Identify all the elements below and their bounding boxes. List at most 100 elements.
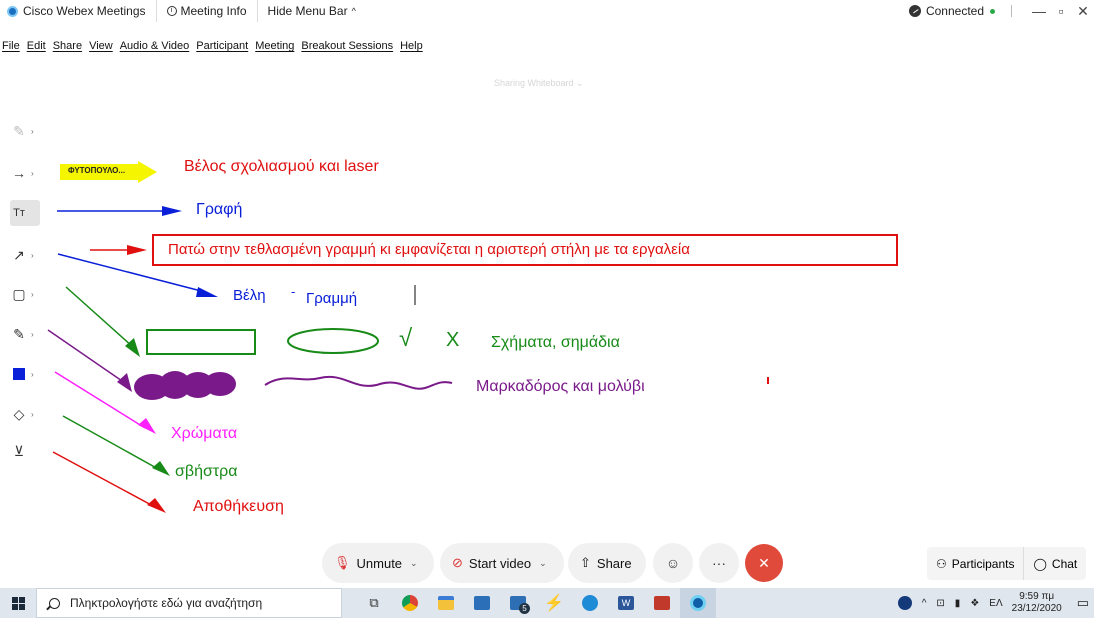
close-window-button[interactable]: ✕ (1072, 3, 1094, 20)
store-icon[interactable] (464, 588, 500, 618)
leave-meeting-button[interactable]: ✕ (745, 544, 783, 582)
arrow-eraser (62, 415, 161, 471)
chevron-right-icon: › (31, 369, 34, 379)
menu-audio-video[interactable]: Audio & Video (120, 40, 190, 52)
tool-pointer-disabled[interactable]: ✎ › (10, 118, 48, 144)
share-button[interactable]: ⇧ Share (568, 543, 646, 583)
tool-arrow-line[interactable]: ↗ › (10, 242, 48, 268)
participants-icon: ⚇ (936, 556, 947, 571)
video-off-icon: ⊘ (452, 555, 463, 570)
chevron-right-icon: › (31, 168, 34, 178)
app-icon[interactable] (644, 588, 680, 618)
more-icon: ··· (712, 555, 726, 571)
eraser-label: σβήστρα (175, 463, 238, 480)
restore-button[interactable]: ▫ (1050, 3, 1072, 19)
drawn-checkmark: √ (399, 325, 413, 352)
smiley-icon: ☺ (665, 555, 681, 571)
diagonal-arrow-icon: ↗ (13, 246, 25, 263)
arrow-shapes (65, 286, 134, 348)
chrome-icon[interactable] (392, 588, 428, 618)
minimize-button[interactable]: — (1028, 3, 1050, 19)
line-label: Γραμμή (306, 290, 358, 307)
reactions-button[interactable]: ☺ (653, 543, 693, 583)
unmute-button[interactable]: 🎙︎ Unmute ⌄ (322, 543, 434, 583)
tool-save[interactable]: ⊻ (10, 438, 48, 464)
webex-taskbar-icon[interactable] (680, 588, 716, 618)
windows-logo-icon (11, 596, 25, 610)
start-video-label: Start video (468, 555, 532, 571)
winamp-icon[interactable]: ⚡ (536, 588, 572, 618)
participants-label: Participants (951, 556, 1015, 571)
drawn-x: X (446, 329, 460, 351)
edge-icon[interactable] (572, 588, 608, 618)
tool-text[interactable]: Tт (10, 200, 40, 226)
start-button[interactable] (0, 588, 36, 618)
pointer-name-label: ΦΥΤΟΠΟΥΛΟ... (68, 166, 126, 175)
pencil-icon: ✎ (13, 325, 25, 342)
title-bar: Cisco Webex Meetings i Meeting Info Hide… (0, 0, 1094, 22)
tool-pencil[interactable]: ✎ › (10, 321, 48, 347)
chat-icon: ◯ (1033, 556, 1047, 571)
text-icon: Tт (13, 207, 25, 219)
chat-button[interactable]: ◯ Chat (1023, 547, 1086, 580)
start-video-button[interactable]: ⊘ Start video ⌄ (440, 543, 564, 583)
task-view-icon[interactable]: ⧉ (356, 588, 392, 618)
webex-window: Cisco Webex Meetings i Meeting Info Hide… (0, 0, 1094, 618)
arrow-writing-head (162, 206, 182, 216)
tool-color[interactable]: › (10, 361, 48, 387)
tool-shapes[interactable]: ▢ › (10, 281, 48, 307)
menu-file[interactable]: File (2, 40, 20, 52)
app-title: Cisco Webex Meetings (7, 0, 157, 22)
pointer-description: Βέλος σχολιασμού και laser (184, 158, 379, 175)
tool-eraser[interactable]: ◇ › (10, 401, 48, 427)
panel-buttons: ⚇ Participants ◯ Chat (927, 547, 1087, 580)
sharing-whiteboard-label[interactable]: Sharing Whiteboard ⌄ (494, 78, 584, 89)
menu-bar: File Edit Share View Audio & Video Parti… (0, 37, 430, 55)
clock-date: 23/12/2020 (1011, 603, 1062, 614)
marker-stroke (134, 371, 236, 400)
menu-edit[interactable]: Edit (27, 40, 46, 52)
menu-share[interactable]: Share (53, 40, 82, 52)
meeting-info-button[interactable]: i Meeting Info (157, 0, 258, 22)
arrow-marker-head (117, 373, 132, 392)
hide-menu-label: Hide Menu Bar (267, 4, 348, 18)
eraser-icon: ◇ (13, 405, 25, 422)
network-icon[interactable]: ⊡ (936, 598, 944, 609)
info-icon: i (166, 6, 177, 16)
more-options-button[interactable]: ··· (699, 543, 739, 583)
notifications-icon[interactable]: ▭ (1077, 595, 1089, 611)
tool-annotation-pointer[interactable]: → › (10, 160, 48, 186)
webex-logo-icon (7, 5, 18, 17)
language-indicator[interactable]: ΕΛ (989, 598, 1002, 609)
clock[interactable]: 9:59 πμ 23/12/2020 (1012, 591, 1062, 615)
participants-button[interactable]: ⚇ Participants (927, 547, 1023, 580)
menu-view[interactable]: View (89, 40, 113, 52)
menu-breakout-sessions[interactable]: Breakout Sessions (301, 40, 393, 52)
chevron-right-icon: › (31, 289, 34, 299)
battery-icon[interactable]: ▮ (955, 598, 961, 609)
help-icon[interactable] (897, 596, 912, 610)
menu-help[interactable]: Help (400, 40, 423, 52)
word-icon[interactable]: W (608, 588, 644, 618)
connection-dot-icon (990, 8, 995, 14)
chevron-down-icon: ⌄ (539, 557, 547, 568)
file-explorer-icon[interactable] (428, 588, 464, 618)
arrow-lines-head (196, 287, 218, 297)
instruction-text: Πατώ στην τεθλασμένη γραμμή κι εμφανίζετ… (168, 241, 690, 258)
pen-disabled-icon: ✎ (13, 122, 25, 139)
menu-meeting[interactable]: Meeting (255, 40, 294, 52)
search-icon (49, 597, 60, 609)
chevron-up-icon: ^ (351, 6, 356, 16)
save-icon: ⊻ (13, 442, 25, 459)
menu-participant[interactable]: Participant (196, 40, 248, 52)
taskbar-search-box[interactable]: Πληκτρολογήστε εδώ για αναζήτηση (36, 588, 342, 618)
dropbox-icon[interactable]: ❖ (970, 598, 979, 609)
colors-label: Χρώματα (171, 425, 238, 442)
hide-menu-bar-button[interactable]: Hide Menu Bar ^ (258, 0, 366, 22)
mail-icon[interactable]: 5 (500, 588, 536, 618)
share-icon: ⇧ (580, 555, 591, 570)
clock-time: 9:59 πμ (1019, 591, 1055, 602)
chevron-up-icon[interactable]: ^ (922, 598, 927, 609)
drawn-ellipse (287, 328, 379, 354)
chevron-right-icon: › (31, 409, 34, 419)
